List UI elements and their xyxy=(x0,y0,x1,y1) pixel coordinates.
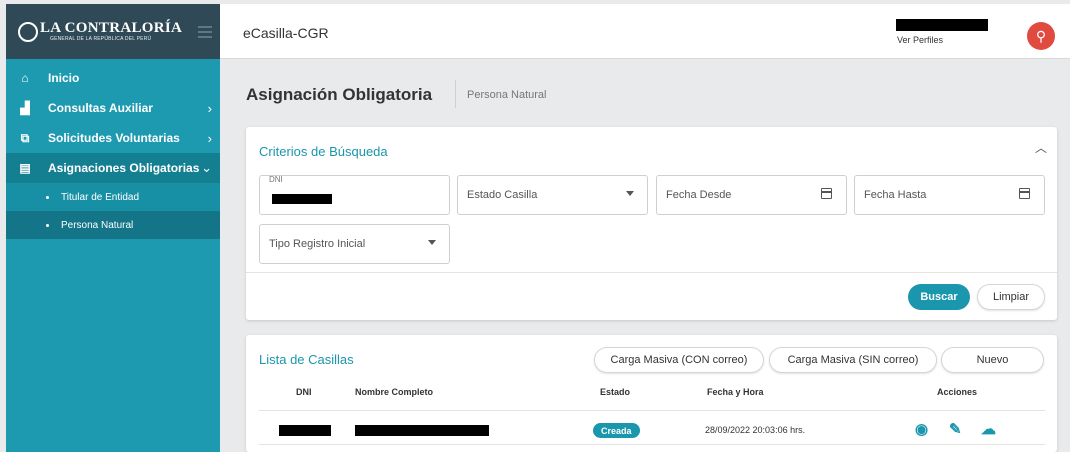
column-header-fecha[interactable]: Fecha y Hora xyxy=(707,387,764,397)
row-nombre-redacted xyxy=(355,425,489,436)
dropdown-arrow-icon xyxy=(428,240,436,245)
nuevo-button[interactable]: Nuevo xyxy=(941,347,1044,373)
limpiar-button[interactable]: Limpiar xyxy=(977,284,1045,310)
chevron-right-icon: › xyxy=(207,130,212,146)
home-icon: ⌂ xyxy=(21,71,29,85)
column-header-dni[interactable]: DNI xyxy=(296,387,312,397)
logo-subtitle: GENERAL DE LA REPÚBLICA DEL PERÚ xyxy=(50,36,152,42)
copy-icon: ⧉ xyxy=(20,130,30,145)
assignment-icon: ▤ xyxy=(19,161,31,175)
fecha-hasta-label: Fecha Hasta xyxy=(864,189,927,201)
sidebar-item-inicio[interactable]: ⌂ Inicio xyxy=(6,63,220,93)
view-icon[interactable]: ◉ xyxy=(915,420,928,438)
ver-perfiles-link[interactable]: Ver Perfiles xyxy=(897,35,943,45)
bar-chart-icon: ▟ xyxy=(20,101,30,115)
user-name-redacted xyxy=(896,19,988,31)
bullet-icon xyxy=(46,223,49,227)
tipo-registro-inicial-select[interactable]: Tipo Registro Inicial xyxy=(259,224,450,264)
top-header: eCasilla-CGR Ver Perfiles ⚲ xyxy=(220,4,1070,59)
estado-casilla-label: Estado Casilla xyxy=(467,189,538,201)
row-fecha: 28/09/2022 20:03:06 hrs. xyxy=(705,425,806,435)
column-header-estado[interactable]: Estado xyxy=(600,387,630,397)
calendar-icon[interactable] xyxy=(821,188,832,199)
search-criteria-title: Criterios de Búsqueda xyxy=(259,144,388,159)
table-header-divider xyxy=(259,410,1045,411)
sidebar-item-asignaciones-obligatorias[interactable]: ▤ Asignaciones Obligatorias ⌄ xyxy=(6,153,220,183)
casillas-list-card: Lista de Casillas Carga Masiva (CON corr… xyxy=(246,335,1057,452)
search-criteria-card: Criterios de Búsqueda ︿ DNI Estado Casil… xyxy=(246,127,1057,320)
sidebar-item-consultas-auxiliar[interactable]: ▟ Consultas Auxiliar › xyxy=(6,93,220,123)
column-header-acciones: Acciones xyxy=(937,387,978,397)
sidebar-item-solicitudes-voluntarias[interactable]: ⧉ Solicitudes Voluntarias › xyxy=(6,123,220,153)
sidebar: LA CONTRALORÍA GENERAL DE LA REPÚBLICA D… xyxy=(6,4,220,452)
casillas-list-title: Lista de Casillas xyxy=(259,352,354,367)
column-header-nombre[interactable]: Nombre Completo xyxy=(355,387,433,397)
logo-emblem-icon xyxy=(18,21,38,42)
carga-masiva-sin-correo-button[interactable]: Carga Masiva (SIN correo) xyxy=(769,347,937,373)
logo-title: LA CONTRALORÍA xyxy=(40,20,183,36)
cloud-upload-icon[interactable]: ☁ xyxy=(981,420,996,438)
table-row-divider xyxy=(259,444,1045,445)
chevron-right-icon: › xyxy=(207,100,212,116)
app-title: eCasilla-CGR xyxy=(243,25,329,41)
carga-masiva-con-correo-button[interactable]: Carga Masiva (CON correo) xyxy=(594,347,764,373)
page-subtitle: Persona Natural xyxy=(467,89,547,101)
sidebar-item-label: Consultas Auxiliar xyxy=(48,101,153,115)
calendar-icon[interactable] xyxy=(1019,188,1030,199)
edit-icon[interactable]: ✎ xyxy=(949,420,962,438)
sidebar-subitem-label: Persona Natural xyxy=(61,219,134,231)
bullet-icon xyxy=(46,195,49,199)
sidebar-subitem-persona-natural[interactable]: Persona Natural xyxy=(6,211,220,239)
chevron-down-icon: ⌄ xyxy=(201,160,212,175)
logo[interactable]: LA CONTRALORÍA GENERAL DE LA REPÚBLICA D… xyxy=(40,20,183,43)
menu-toggle-icon[interactable] xyxy=(198,26,212,41)
dni-value-redacted xyxy=(272,194,332,204)
page-title: Asignación Obligatoria xyxy=(246,85,433,104)
search-divider xyxy=(246,272,1057,273)
dni-field[interactable]: DNI xyxy=(259,175,450,215)
buscar-button[interactable]: Buscar xyxy=(908,284,970,310)
title-divider xyxy=(455,80,456,108)
estado-casilla-select[interactable]: Estado Casilla xyxy=(457,175,648,215)
sidebar-item-label: Asignaciones Obligatorias xyxy=(48,161,200,175)
row-dni-redacted xyxy=(279,425,331,436)
chevron-up-icon[interactable]: ︿ xyxy=(1035,139,1047,156)
sidebar-subitem-label: Titular de Entidad xyxy=(61,191,140,203)
sidebar-item-label: Solicitudes Voluntarias xyxy=(48,131,180,145)
sidebar-subitem-titular-de-entidad[interactable]: Titular de Entidad xyxy=(6,183,220,211)
user-avatar-icon[interactable]: ⚲ xyxy=(1027,22,1055,50)
fecha-desde-field[interactable]: Fecha Desde xyxy=(656,175,847,215)
dropdown-arrow-icon xyxy=(626,191,634,196)
status-badge: Creada xyxy=(593,423,640,438)
fecha-hasta-field[interactable]: Fecha Hasta xyxy=(854,175,1045,215)
dni-label: DNI xyxy=(269,175,283,184)
sidebar-item-label: Inicio xyxy=(48,71,80,85)
fecha-desde-label: Fecha Desde xyxy=(666,189,732,201)
tipo-registro-label: Tipo Registro Inicial xyxy=(269,238,366,250)
logo-bar: LA CONTRALORÍA GENERAL DE LA REPÚBLICA D… xyxy=(6,4,220,59)
